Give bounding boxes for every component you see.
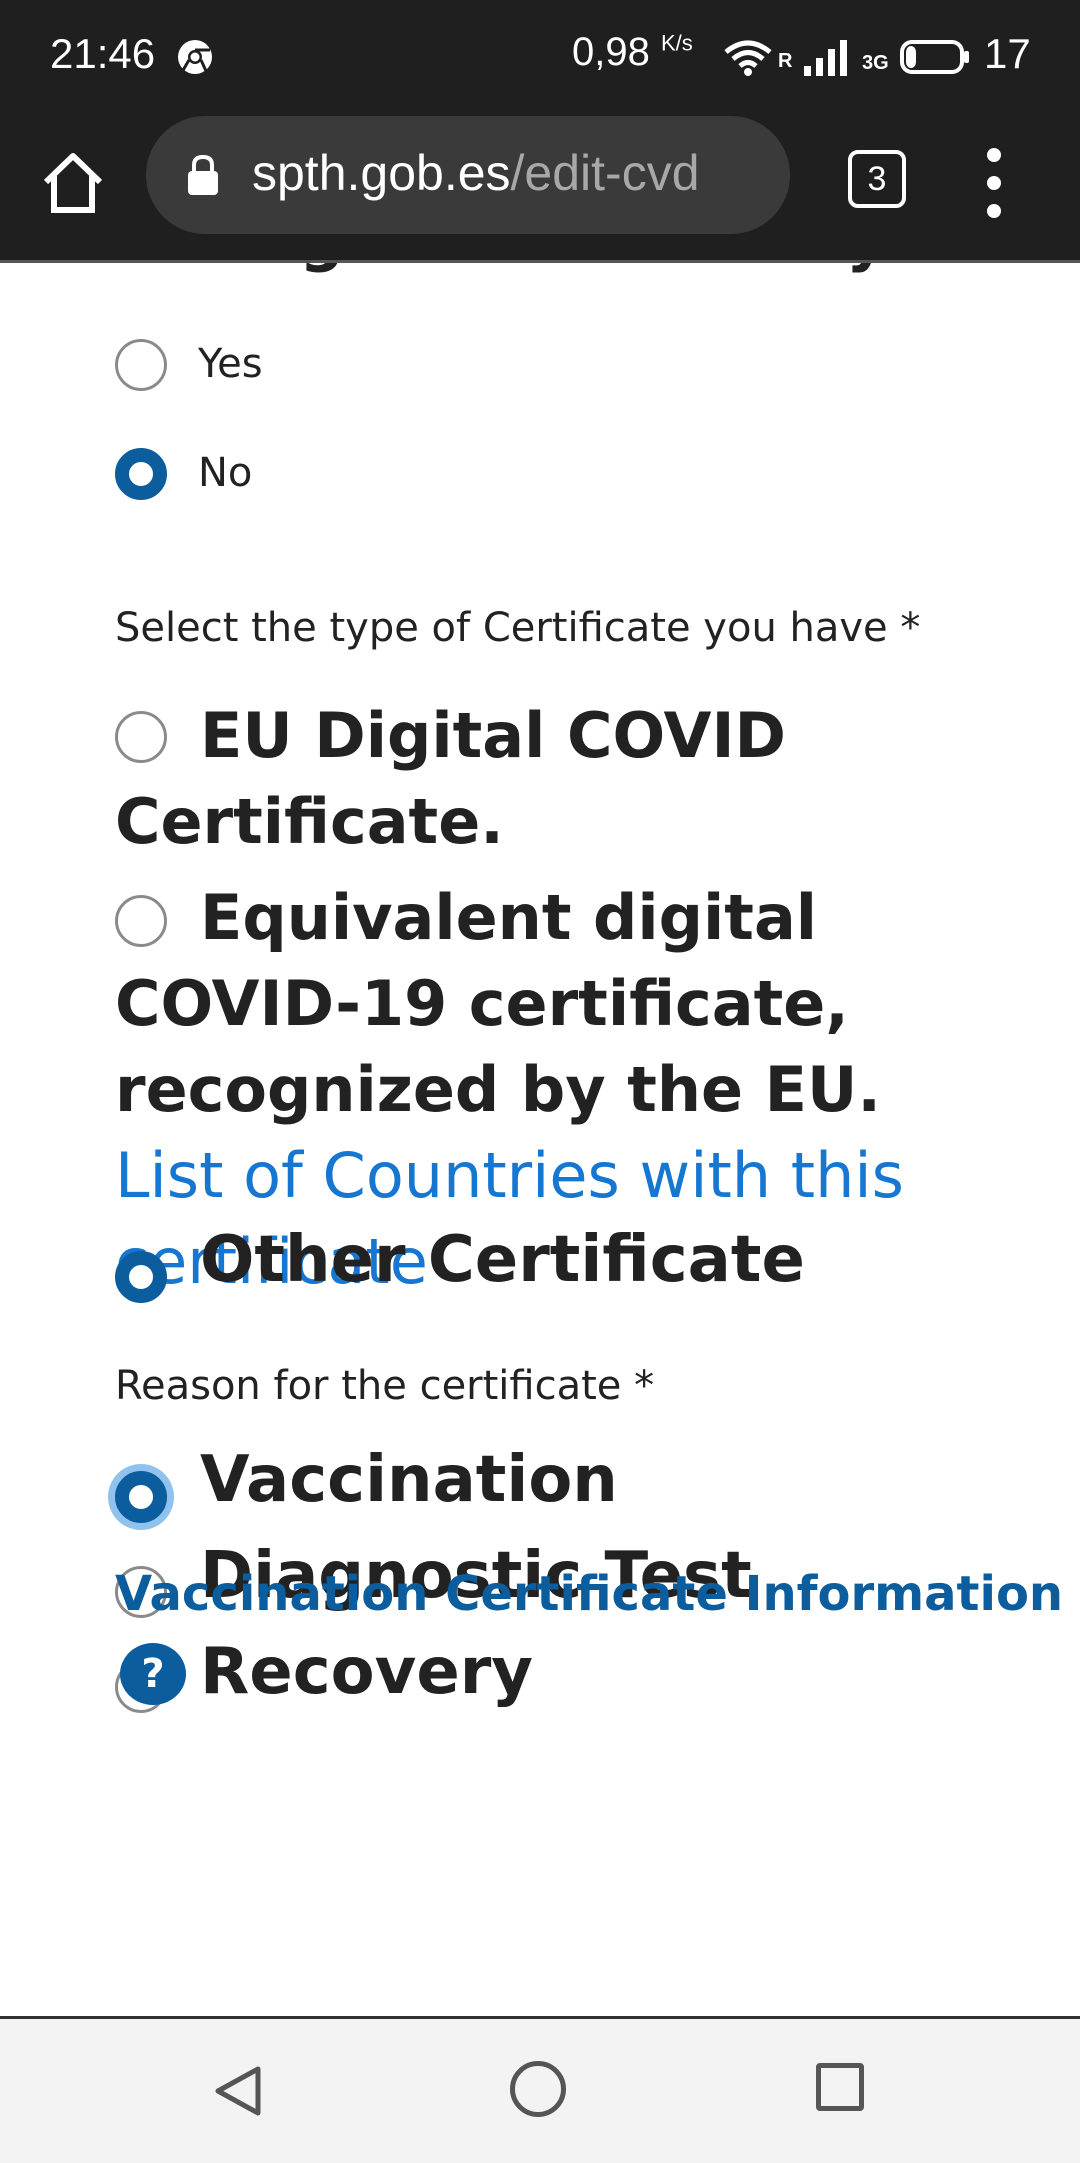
radio-other-certificate[interactable]	[115, 1251, 167, 1303]
option-no-label: No	[198, 450, 253, 496]
wifi-icon	[724, 40, 772, 76]
option-other-certificate[interactable]: Other Certificate	[200, 1223, 805, 1297]
option-recovery[interactable]: Recovery	[200, 1635, 533, 1709]
status-bar: 21:46 0,98 K/s R 3G 17	[0, 0, 1080, 112]
form-content: during the last 14 days? * Yes No Select…	[0, 263, 1080, 2015]
radio-yes[interactable]	[115, 339, 167, 391]
address-bar[interactable]: spth.gob.es/edit-cvd	[146, 116, 790, 234]
option-yes-label: Yes	[198, 341, 263, 387]
roaming-indicator: R	[778, 50, 793, 72]
home-icon[interactable]	[38, 148, 108, 218]
battery-percent: 17	[984, 30, 1031, 77]
lock-icon[interactable]	[186, 154, 220, 196]
reason-label: Reason for the certificate *	[115, 1363, 655, 1409]
help-icon[interactable]: ?	[120, 1643, 186, 1705]
radio-vaccination[interactable]	[115, 1471, 167, 1523]
url-text[interactable]: spth.gob.es/edit-cvd	[252, 144, 700, 202]
option-vaccination[interactable]: Vaccination	[200, 1443, 618, 1517]
status-time: 21:46	[50, 30, 156, 77]
tabs-icon[interactable]: 3	[848, 150, 906, 208]
vaccination-info-heading: Vaccination Certificate Information	[115, 1566, 1064, 1622]
battery-icon	[900, 40, 969, 74]
cert-type-label: Select the type of Certificate you have …	[115, 605, 921, 651]
question-heading: during the last 14 days? *	[115, 263, 1014, 274]
network-type: 3G	[862, 52, 889, 74]
signal-icon	[804, 40, 847, 76]
home-nav-icon[interactable]	[510, 2061, 566, 2117]
recent-apps-icon[interactable]	[816, 2063, 864, 2111]
overflow-menu-icon[interactable]	[980, 148, 1008, 220]
radio-no[interactable]	[115, 448, 167, 500]
back-icon[interactable]	[212, 2063, 264, 2119]
network-speed: 0,98 K/s	[572, 30, 693, 74]
browser-toolbar: spth.gob.es/edit-cvd 3	[0, 112, 1080, 263]
chrome-icon	[178, 40, 212, 74]
option-eu-certificate[interactable]: EU Digital COVID Certificate.	[115, 693, 995, 865]
system-nav-bar	[0, 2016, 1080, 2163]
